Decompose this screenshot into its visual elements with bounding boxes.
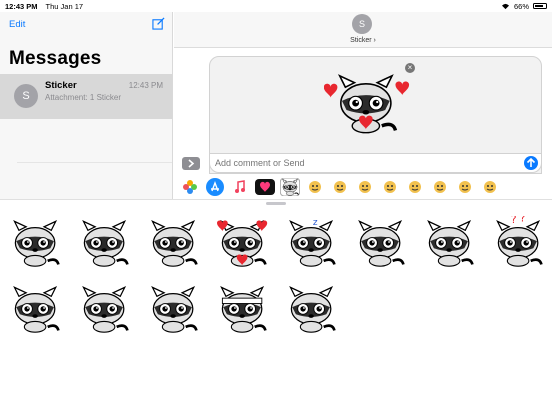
conversation-time: 12:43 PM [128, 81, 163, 90]
avatar: S [14, 84, 38, 108]
conversation-sidebar: Edit Messages S Sticker Attachment: 1 St… [0, 12, 173, 199]
sticker-raccoon-happy[interactable] [77, 216, 133, 268]
app-sticker-app-icon[interactable] [405, 178, 425, 196]
contact-avatar[interactable]: S [352, 14, 372, 34]
sticker-raccoon-hearts[interactable] [215, 216, 271, 268]
raccoon-sticker-icon [217, 220, 268, 268]
app-raccoon-sticker-app-icon[interactable] [280, 178, 300, 196]
send-button[interactable] [524, 156, 538, 170]
sticker-raccoon-sleeping[interactable]: z [284, 216, 340, 268]
wifi-icon [501, 3, 509, 9]
sticker-raccoon-kiss[interactable] [77, 282, 133, 334]
sticker-drawer: z?? [0, 199, 552, 414]
sticker-raccoon-smile[interactable] [8, 216, 64, 268]
sticker-raccoon-sad[interactable] [146, 216, 202, 268]
raccoon-sticker-icon [151, 220, 198, 268]
battery-icon [533, 3, 547, 9]
status-time: 12:43 PM [5, 1, 38, 11]
app-sticker-app-icon[interactable] [430, 178, 450, 196]
compose-icon[interactable] [152, 17, 165, 30]
app-digital-touch-icon[interactable] [255, 178, 275, 196]
sticker-raccoon-back[interactable] [353, 216, 409, 268]
sticker-app-icon [409, 181, 421, 193]
conversation-preview: Attachment: 1 Sticker [45, 93, 122, 102]
app-sticker-app-icon[interactable] [480, 178, 500, 196]
app-sticker-app-icon[interactable] [355, 178, 375, 196]
digital-touch-icon [255, 179, 275, 195]
battery-percent: 66% [513, 1, 529, 11]
sticker-app-icon [334, 181, 346, 193]
sticker-app-icon [484, 181, 496, 193]
expand-button[interactable] [182, 157, 200, 170]
raccoon-sticker-icon [82, 220, 129, 268]
raccoon-sticker-icon [151, 286, 198, 334]
music-icon [235, 180, 245, 193]
drawer-handle[interactable] [266, 202, 286, 205]
svg-text:?: ? [511, 216, 517, 226]
conversation-name: Sticker [45, 80, 77, 91]
raccoon-sticker-icon: ?? [496, 211, 543, 268]
raccoon-sticker-icon: z [289, 218, 336, 268]
contact-name[interactable]: Sticker › [174, 37, 552, 44]
svg-text:?: ? [520, 216, 526, 224]
divider [17, 162, 172, 163]
raccoon-sticker-icon [220, 286, 267, 334]
comment-input[interactable] [215, 156, 515, 170]
arrow-up-icon [526, 157, 536, 167]
status-date: Thu Jan 17 [45, 1, 84, 11]
raccoon-sticker-icon [289, 286, 336, 334]
raccoon-sticker-icon [13, 220, 60, 268]
sticker-app-icon [359, 181, 371, 193]
messages-app: 12:43 PM Thu Jan 17 66% Edit Messages S … [0, 0, 552, 414]
app-sticker-app-icon[interactable] [380, 178, 400, 196]
sticker-raccoon-thinking[interactable]: ?? [491, 211, 547, 268]
app-sticker-app-icon[interactable] [455, 178, 475, 196]
conversation-item-sticker[interactable]: S Sticker Attachment: 1 Sticker 12:43 PM [0, 74, 172, 119]
status-bar: 12:43 PM Thu Jan 17 66% [0, 0, 552, 12]
sticker-raccoon-crying[interactable] [8, 282, 64, 334]
app-app-store-icon[interactable] [205, 178, 225, 196]
raccoon-sticker-icon [427, 220, 474, 268]
sticker-app-icon [309, 181, 321, 193]
raccoon-sticker-icon [13, 286, 60, 334]
sticker-app-icon [459, 181, 471, 193]
app-store-icon [206, 178, 224, 196]
sticker-raccoon-cool[interactable] [284, 282, 340, 334]
photos-icon [183, 180, 197, 194]
sticker-raccoon-confused[interactable] [146, 282, 202, 334]
svg-text:z: z [313, 218, 318, 228]
imessage-app-drawer [174, 176, 552, 198]
raccoon-sticker-icon [82, 286, 129, 334]
message-input-row [209, 153, 542, 173]
edit-button[interactable]: Edit [9, 19, 25, 30]
sticker-raccoon-eating[interactable] [422, 216, 478, 268]
attached-sticker [324, 74, 410, 135]
raccoon-sticker-app-icon [280, 178, 300, 196]
sticker-app-icon [434, 181, 446, 193]
chevron-right-icon [188, 159, 195, 168]
page-title: Messages [9, 48, 102, 69]
app-music-icon[interactable] [230, 178, 250, 196]
raccoon-sticker-icon [358, 220, 405, 268]
app-sticker-app-icon[interactable] [330, 178, 350, 196]
app-photos-icon[interactable] [180, 178, 200, 196]
chat-header[interactable]: S Sticker › [174, 12, 552, 48]
sticker-raccoon-ninja[interactable] [215, 282, 271, 334]
sticker-app-icon [384, 181, 396, 193]
app-sticker-app-icon[interactable] [305, 178, 325, 196]
